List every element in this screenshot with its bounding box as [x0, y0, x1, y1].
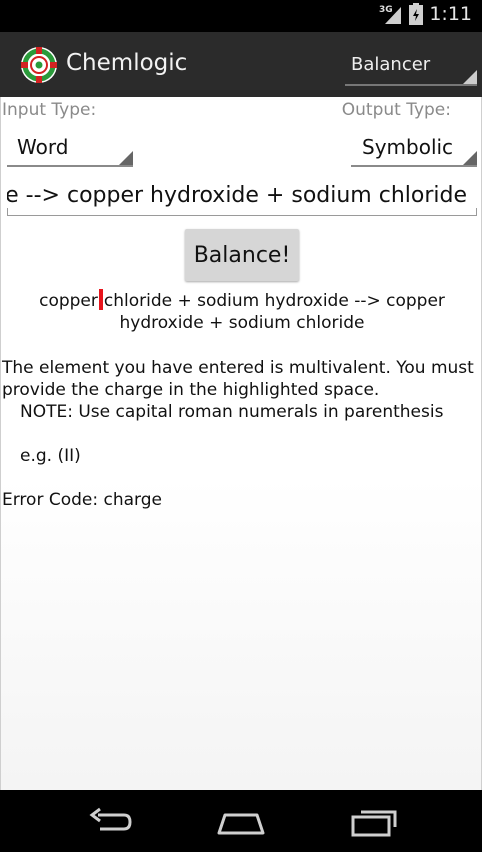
- action-bar: Chemlogic Balancer: [0, 32, 482, 100]
- error-code-text: Error Code: charge: [2, 490, 162, 510]
- status-icons: 3G 1:11: [379, 3, 472, 25]
- dropdown-arrow-icon: [119, 151, 133, 165]
- example-text: e.g. (II): [20, 446, 81, 466]
- signal-3g-icon: 3G: [379, 5, 402, 24]
- output-type-label: Output Type:: [341, 100, 451, 120]
- equation-input[interactable]: de --> copper hydroxide + sodium chlorid…: [7, 179, 477, 216]
- error-message-line2: provide the charge in the highlighted sp…: [2, 380, 380, 400]
- home-button[interactable]: [211, 802, 271, 842]
- status-time: 1:11: [429, 3, 472, 25]
- back-icon: [89, 807, 132, 831]
- highlighted-equation: copper chloride + sodium hydroxide --> co…: [1, 289, 482, 334]
- dropdown-arrow-icon: [463, 70, 477, 84]
- home-icon: [217, 813, 265, 835]
- mode-spinner[interactable]: Balancer: [345, 46, 477, 86]
- input-type-value: Word: [17, 135, 69, 159]
- chemlogic-logo-icon[interactable]: [20, 46, 58, 84]
- output-type-value: Symbolic: [362, 135, 454, 159]
- equation-part-before: copper: [39, 291, 98, 311]
- recent-apps-icon: [351, 810, 397, 837]
- note-text: NOTE: Use capital roman numerals in pare…: [20, 402, 444, 422]
- mode-spinner-value: Balancer: [351, 54, 431, 75]
- app-title: Chemlogic: [66, 50, 188, 76]
- navigation-bar: [0, 790, 482, 852]
- error-message-line1: The element you have entered is multival…: [2, 358, 474, 378]
- dropdown-arrow-icon: [463, 151, 477, 165]
- balance-button[interactable]: Balance!: [185, 229, 299, 281]
- battery-icon: [409, 3, 424, 25]
- recent-apps-button[interactable]: [345, 802, 405, 842]
- charge-highlight-marker: [98, 289, 103, 310]
- network-type-label: 3G: [379, 5, 393, 15]
- equation-part-after: chloride + sodium hydroxide --> copper h…: [103, 291, 445, 333]
- input-type-label: Input Type:: [2, 100, 97, 120]
- equation-input-text: de --> copper hydroxide + sodium chlorid…: [7, 183, 467, 208]
- output-type-spinner[interactable]: Symbolic: [351, 131, 477, 167]
- status-bar: 3G 1:11: [0, 0, 482, 32]
- input-type-spinner[interactable]: Word: [7, 131, 133, 167]
- main-content: Input Type: Output Type: Word Symbolic d…: [0, 97, 482, 790]
- back-button[interactable]: [78, 802, 138, 842]
